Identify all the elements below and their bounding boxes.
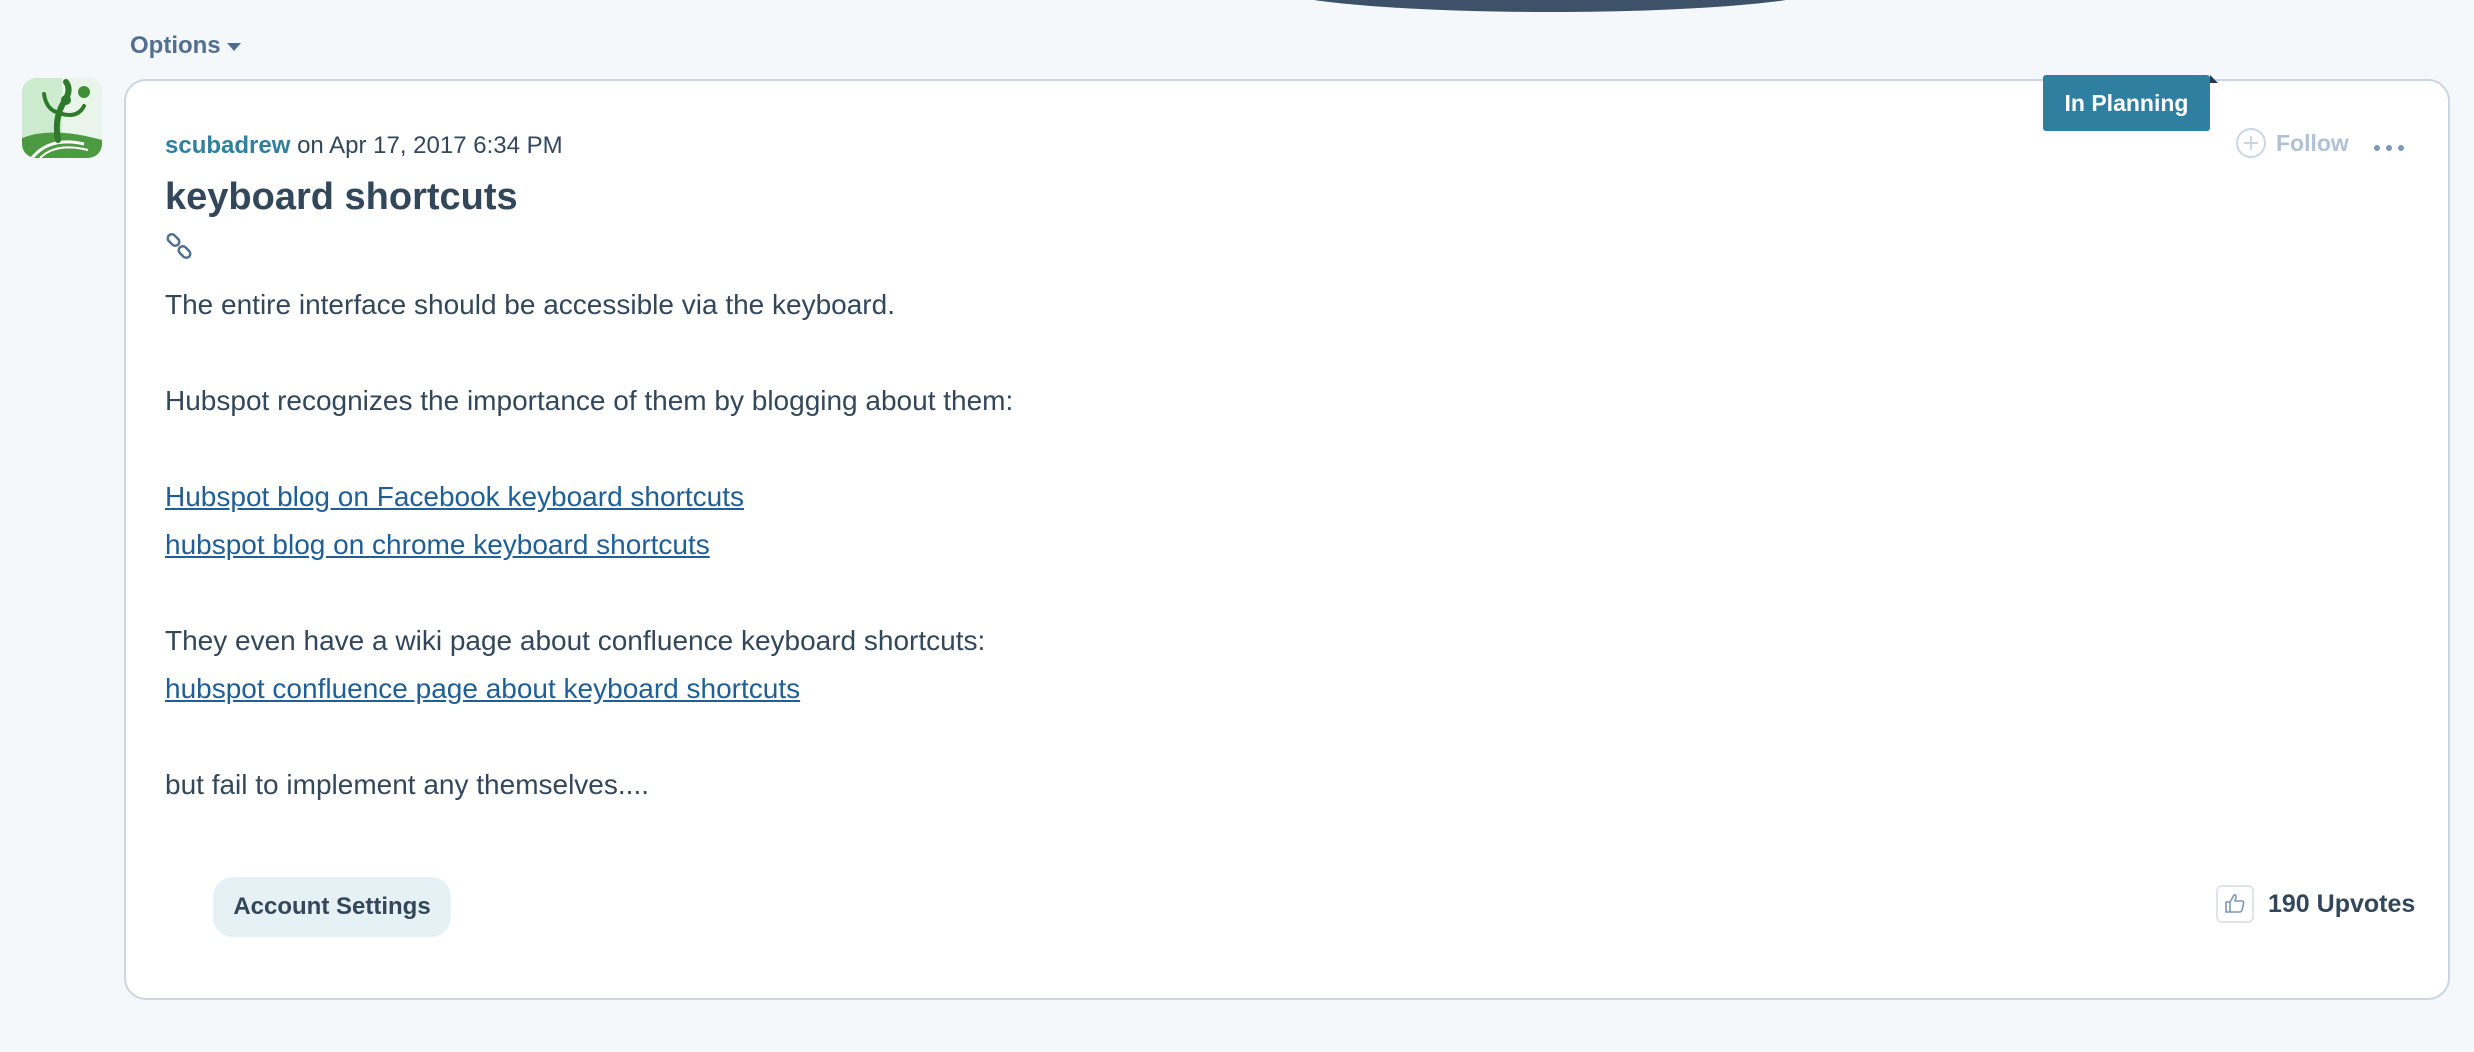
- chrome-shortcuts-link[interactable]: hubspot blog on chrome keyboard shortcut…: [165, 527, 710, 563]
- tag-chip[interactable]: Account Settings: [213, 877, 451, 937]
- more-dot: [2374, 145, 2380, 151]
- post-paragraph: Hubspot recognizes the importance of the…: [165, 385, 1014, 416]
- upvote-widget: 190 Upvotes: [2216, 885, 2415, 923]
- avatar[interactable]: [22, 78, 102, 158]
- post-meta: scubadrew on Apr 17, 2017 6:34 PM: [165, 131, 563, 161]
- status-badge: In Planning: [2043, 75, 2218, 131]
- more-options-icon[interactable]: [2374, 145, 2404, 151]
- post-timestamp: Apr 17, 2017 6:34 PM: [329, 132, 563, 159]
- upvote-button[interactable]: [2216, 885, 2254, 923]
- more-dot: [2386, 145, 2392, 151]
- plus-circle-icon: [2236, 128, 2266, 158]
- options-dropdown[interactable]: Options: [130, 32, 241, 60]
- chevron-down-icon: [226, 43, 241, 51]
- facebook-shortcuts-link[interactable]: Hubspot blog on Facebook keyboard shortc…: [165, 479, 744, 515]
- post-title: keyboard shortcuts: [165, 176, 518, 218]
- meta-on-word: on: [297, 132, 324, 159]
- confluence-shortcuts-link[interactable]: hubspot confluence page about keyboard s…: [165, 671, 800, 707]
- more-dot: [2398, 145, 2404, 151]
- avatar-image: [22, 78, 102, 158]
- follow-label: Follow: [2276, 129, 2349, 156]
- status-label: In Planning: [2064, 89, 2189, 116]
- follow-button[interactable]: Follow: [2236, 128, 2349, 158]
- thumbs-up-icon: [2225, 893, 2245, 913]
- link-icon[interactable]: [165, 232, 195, 262]
- badge-fold: [2210, 75, 2218, 83]
- header-decoration: [1270, 0, 1830, 12]
- upvote-count: 190 Upvotes: [2268, 889, 2416, 918]
- tag-label: Account Settings: [233, 893, 431, 920]
- post-paragraph: They even have a wiki page about conflue…: [165, 625, 986, 656]
- post-paragraph: but fail to implement any themselves....: [165, 769, 649, 800]
- options-label: Options: [130, 32, 221, 59]
- post-paragraph: The entire interface should be accessibl…: [165, 289, 895, 320]
- author-link[interactable]: scubadrew: [165, 132, 290, 159]
